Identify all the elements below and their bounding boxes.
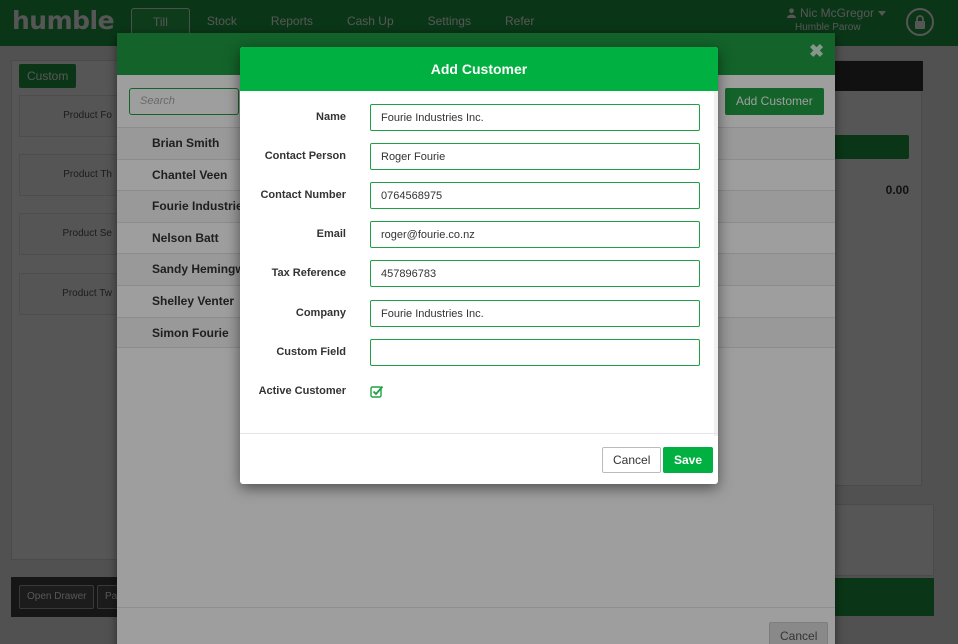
company-label: Company <box>295 307 346 319</box>
active-customer-checkbox[interactable] <box>370 384 384 398</box>
contact-person-field[interactable] <box>370 143 700 170</box>
custom-field-row: Custom Field <box>240 339 718 366</box>
company-row: Company <box>240 300 718 327</box>
tax-reference-row: Tax Reference <box>240 260 718 287</box>
company-field[interactable] <box>370 300 700 327</box>
contact-number-row: Contact Number <box>240 182 718 209</box>
active-customer-label: Active Customer <box>258 385 346 397</box>
name-row: Name <box>240 104 718 131</box>
contact-person-label: Contact Person <box>264 150 346 162</box>
contact-person-row: Contact Person <box>240 143 718 170</box>
add-customer-modal: Add Customer Name Contact Person Contact… <box>240 47 718 484</box>
save-button[interactable]: Save <box>663 447 714 473</box>
modal-footer: Cancel Save <box>240 433 718 484</box>
tax-reference-label: Tax Reference <box>271 267 346 279</box>
name-field[interactable] <box>370 104 700 131</box>
email-field[interactable] <box>370 221 700 248</box>
name-label: Name <box>316 111 346 123</box>
active-customer-row: Active Customer <box>240 378 718 405</box>
custom-field-input[interactable] <box>370 339 700 366</box>
tax-reference-field[interactable] <box>370 260 700 287</box>
email-row: Email <box>240 221 718 248</box>
email-label: Email <box>316 228 346 240</box>
cancel-button[interactable]: Cancel <box>602 447 662 473</box>
contact-number-field[interactable] <box>370 182 700 209</box>
modal-title: Add Customer <box>240 47 718 91</box>
modal-scrollbar[interactable] <box>714 91 718 436</box>
custom-field-label: Custom Field <box>276 346 346 358</box>
contact-number-label: Contact Number <box>260 189 346 201</box>
